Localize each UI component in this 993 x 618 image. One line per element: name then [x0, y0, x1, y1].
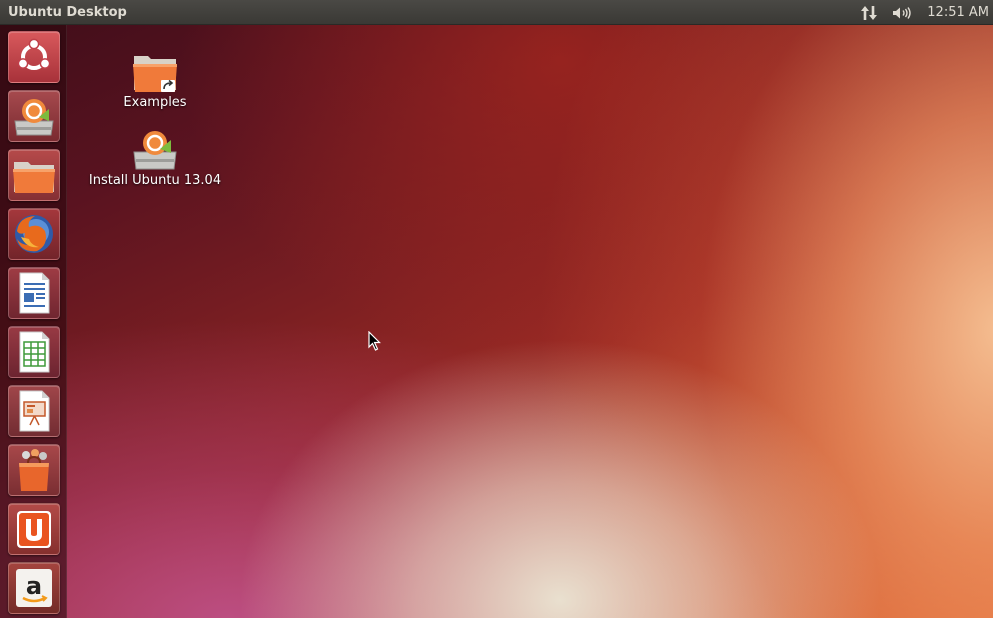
launcher-amazon[interactable]: a: [8, 562, 60, 614]
desktop-icon-examples[interactable]: Examples: [118, 50, 192, 110]
launcher-firefox[interactable]: [8, 208, 60, 260]
launcher-ubuntu-software-center[interactable]: [8, 444, 60, 496]
speaker-volume-icon: [893, 6, 911, 19]
ubuntu-installer-icon: [133, 131, 177, 170]
launcher: a: [0, 25, 67, 618]
panel-title[interactable]: Ubuntu Desktop: [8, 5, 127, 20]
calc-spreadsheet-icon: [19, 331, 50, 373]
top-panel: Ubuntu Desktop 12:51 AM: [0, 0, 993, 25]
ubuntu-logo-icon: [17, 38, 51, 70]
shopping-bag-icon: [19, 449, 49, 491]
clock[interactable]: 12:51 AM: [919, 5, 989, 20]
network-updown-icon: [861, 5, 878, 20]
launcher-libreoffice-calc[interactable]: [8, 326, 60, 378]
impress-presentation-icon: [19, 390, 50, 432]
launcher-libreoffice-writer[interactable]: [8, 267, 60, 319]
desktop-screen: Ubuntu Desktop 12:51 AM a Examples Insta…: [0, 0, 993, 618]
desktop-icon-install-ubuntu[interactable]: Install Ubuntu 13.04: [82, 128, 228, 188]
mouse-pointer-icon: [368, 331, 381, 351]
folder-link-icon: [133, 56, 177, 92]
indicator-area: 12:51 AM: [853, 0, 989, 25]
ubuntu-one-icon: [17, 511, 51, 548]
desktop-icon-label: Install Ubuntu 13.04: [88, 173, 222, 188]
sound-indicator[interactable]: [885, 0, 919, 25]
folder-icon: [13, 162, 55, 193]
desktop-icon-label: Examples: [123, 95, 187, 110]
writer-document-icon: [19, 272, 50, 314]
ubuntu-installer-icon: [14, 99, 54, 136]
firefox-icon: [15, 215, 53, 253]
launcher-dash-home[interactable]: [8, 31, 60, 83]
network-indicator[interactable]: [853, 0, 885, 25]
launcher-files[interactable]: [8, 149, 60, 201]
amazon-icon: a: [16, 569, 52, 607]
svg-text:a: a: [26, 572, 42, 600]
launcher-ubuntu-one[interactable]: [8, 503, 60, 555]
launcher-install-ubuntu[interactable]: [8, 90, 60, 142]
launcher-libreoffice-impress[interactable]: [8, 385, 60, 437]
